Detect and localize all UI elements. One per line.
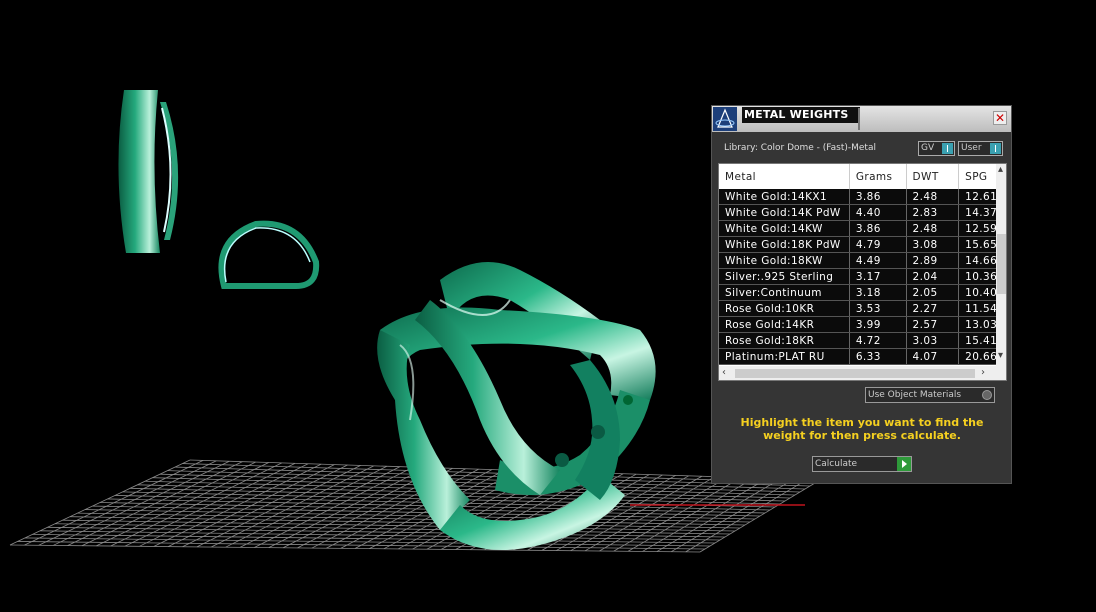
dwt-cell: 3.08 xyxy=(906,236,960,253)
gv-toggle-label: GV xyxy=(921,143,935,153)
grams-cell: 3.86 xyxy=(849,220,907,237)
metal-cell: White Gold:14KX1 xyxy=(719,189,850,205)
user-toggle-label: User xyxy=(961,143,982,153)
metal-cell: Silver:.925 Sterling xyxy=(719,268,850,285)
toggle-switch-icon xyxy=(990,143,1001,154)
metal-cell: Rose Gold:10KR xyxy=(719,300,850,317)
library-label: Library: Color Dome - (Fast)-Metal xyxy=(724,143,876,153)
play-arrow-icon xyxy=(897,457,911,471)
scroll-thumb[interactable] xyxy=(997,234,1006,294)
use-object-materials-option[interactable]: Use Object Materials xyxy=(865,387,995,403)
table-row[interactable]: Rose Gold:18KR 4.72 3.03 15.41 xyxy=(719,332,1006,349)
scroll-right-icon[interactable]: › xyxy=(981,367,985,378)
metal-table[interactable]: Metal Grams DWT SPG White Gold:14KX1 3.86… xyxy=(718,163,1007,381)
column-header-grams[interactable]: Grams xyxy=(849,164,907,189)
dwt-cell: 2.04 xyxy=(906,268,960,285)
dwt-cell: 3.03 xyxy=(906,332,960,349)
horizontal-scrollbar[interactable]: ‹ › xyxy=(719,366,1006,380)
scroll-up-icon[interactable]: ▴ xyxy=(998,164,1003,175)
metal-weights-panel: METAL WEIGHTS ✕ Library: Color Dome - (F… xyxy=(711,105,1012,484)
table-row[interactable]: White Gold:14KW 3.86 2.48 12.59 xyxy=(719,220,1006,237)
vertical-scrollbar[interactable]: ▴ ▾ xyxy=(996,164,1006,366)
column-header-metal[interactable]: Metal xyxy=(719,164,850,189)
table-row[interactable]: Silver:Continuum 3.18 2.05 10.40 xyxy=(719,284,1006,301)
instructions-text: Highlight the item you want to find the … xyxy=(740,416,984,442)
metal-cell: Silver:Continuum xyxy=(719,284,850,301)
grams-cell: 6.33 xyxy=(849,348,907,365)
table-row[interactable]: White Gold:18KW 4.49 2.89 14.66 xyxy=(719,252,1006,269)
toggle-switch-icon xyxy=(942,143,953,154)
radio-icon[interactable] xyxy=(982,390,992,400)
table-row[interactable]: White Gold:14KX1 3.86 2.48 12.61 xyxy=(719,189,1006,205)
calculate-button[interactable]: Calculate xyxy=(812,456,912,472)
metal-cell: Platinum:PLAT RU xyxy=(719,348,850,365)
dwt-cell: 2.48 xyxy=(906,220,960,237)
use-object-materials-label: Use Object Materials xyxy=(868,390,962,400)
close-icon[interactable]: ✕ xyxy=(993,111,1007,125)
metal-cell: Rose Gold:14KR xyxy=(719,316,850,333)
knot-ring-model[interactable] xyxy=(377,262,656,550)
table-row[interactable]: Platinum:PLAT RU 6.33 4.07 20.66 xyxy=(719,348,1006,365)
grams-cell: 4.49 xyxy=(849,252,907,269)
gv-toggle[interactable]: GV xyxy=(918,141,955,156)
grams-cell: 3.86 xyxy=(849,189,907,205)
dwt-cell: 2.83 xyxy=(906,204,960,221)
metal-cell: Rose Gold:18KR xyxy=(719,332,850,349)
table-row[interactable]: White Gold:14K PdW 4.40 2.83 14.37 xyxy=(719,204,1006,221)
table-row[interactable]: Silver:.925 Sterling 3.17 2.04 10.36 xyxy=(719,268,1006,285)
scroll-thumb[interactable] xyxy=(735,369,975,378)
title-bar[interactable]: METAL WEIGHTS ✕ xyxy=(712,106,1011,132)
app-logo-icon xyxy=(713,107,737,131)
table-row[interactable]: Rose Gold:14KR 3.99 2.57 13.03 xyxy=(719,316,1006,333)
ring-cross-section xyxy=(218,220,320,289)
grams-cell: 3.99 xyxy=(849,316,907,333)
dwt-cell: 4.07 xyxy=(906,348,960,365)
user-toggle[interactable]: User xyxy=(958,141,1003,156)
grams-cell: 4.40 xyxy=(849,204,907,221)
grams-cell: 3.53 xyxy=(849,300,907,317)
grams-cell: 4.79 xyxy=(849,236,907,253)
dwt-cell: 2.57 xyxy=(906,316,960,333)
panel-title: METAL WEIGHTS xyxy=(742,107,860,123)
title-divider xyxy=(858,108,860,130)
dwt-cell: 2.27 xyxy=(906,300,960,317)
grams-cell: 3.17 xyxy=(849,268,907,285)
metal-cell: White Gold:18KW xyxy=(719,252,850,269)
metal-cell: White Gold:14KW xyxy=(719,220,850,237)
column-header-dwt[interactable]: DWT xyxy=(906,164,960,189)
scroll-down-icon[interactable]: ▾ xyxy=(998,350,1003,361)
dwt-cell: 2.89 xyxy=(906,252,960,269)
ring-side-profile xyxy=(118,90,179,253)
dwt-cell: 2.48 xyxy=(906,189,960,205)
calculate-label: Calculate xyxy=(815,459,858,469)
table-header-row: Metal Grams DWT SPG xyxy=(719,164,1006,189)
table-row[interactable]: White Gold:18K PdW 4.79 3.08 15.65 xyxy=(719,236,1006,253)
grams-cell: 4.72 xyxy=(849,332,907,349)
dwt-cell: 2.05 xyxy=(906,284,960,301)
scroll-left-icon[interactable]: ‹ xyxy=(722,367,726,378)
grams-cell: 3.18 xyxy=(849,284,907,301)
metal-cell: White Gold:18K PdW xyxy=(719,236,850,253)
table-row[interactable]: Rose Gold:10KR 3.53 2.27 11.54 xyxy=(719,300,1006,317)
metal-cell: White Gold:14K PdW xyxy=(719,204,850,221)
